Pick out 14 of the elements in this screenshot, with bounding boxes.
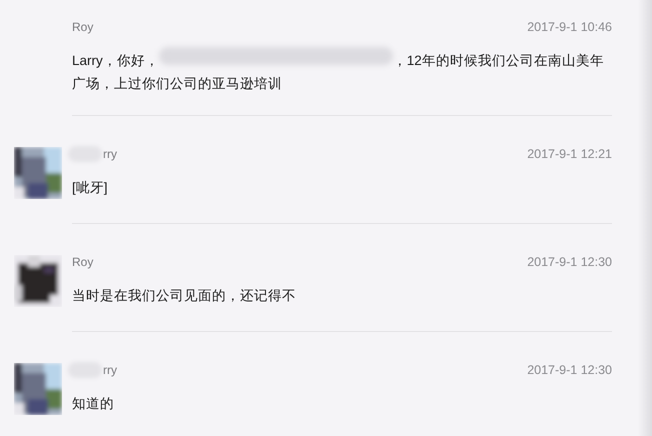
- message-text: 知道的: [72, 395, 114, 413]
- message-text: 广场，上过你们公司的亚马逊培训: [72, 75, 282, 93]
- message-text: Larry，你好，: [72, 52, 159, 70]
- message-time: 2017-9-1 12:21: [527, 146, 612, 163]
- message-text: [呲牙]: [72, 179, 108, 197]
- message-time: 2017-9-1 12:30: [527, 254, 612, 271]
- message-time: 2017-9-1 10:46: [527, 18, 612, 36]
- message-text: 当时是在我们公司见面的，还记得不: [72, 287, 296, 305]
- sender-name: Roy: [72, 19, 94, 36]
- sender-name: rry: [103, 146, 117, 163]
- message-text: ，12年的时候我们公司在南山美年: [392, 52, 604, 70]
- sender-name: rry: [103, 362, 117, 379]
- sender-name: Roy: [72, 254, 94, 271]
- message-time: 2017-9-1 12:30: [527, 362, 612, 379]
